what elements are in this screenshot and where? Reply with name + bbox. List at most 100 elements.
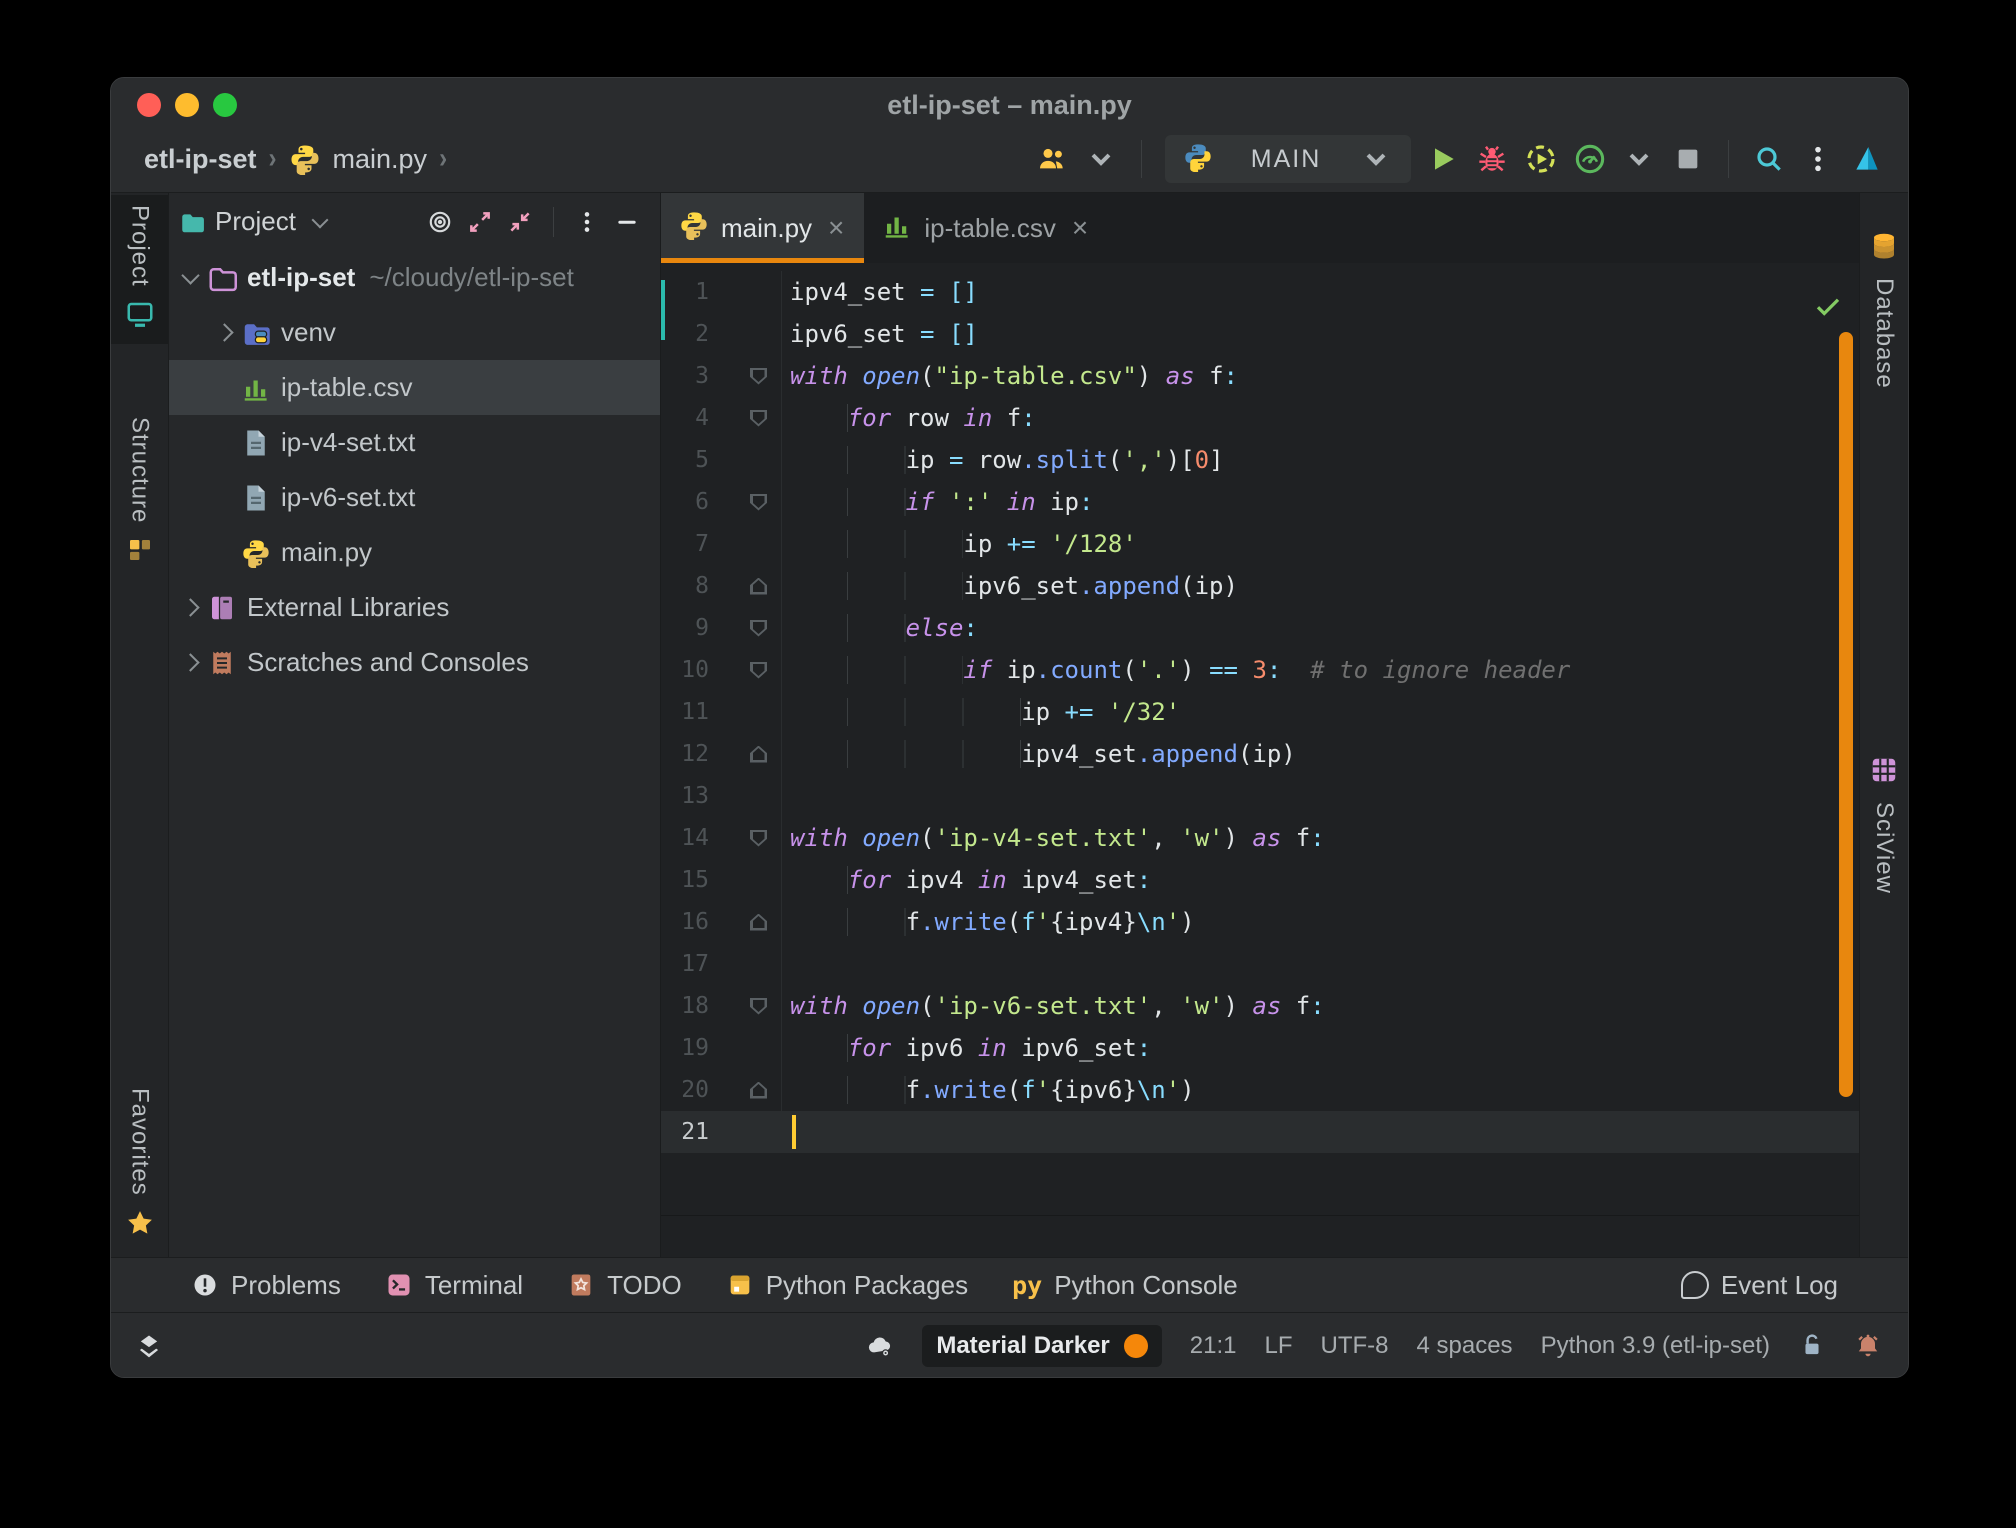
run-configuration-select[interactable]: MAIN	[1165, 135, 1411, 183]
fold-marker-icon[interactable]	[750, 746, 767, 763]
editor-tab-ip-table-csv[interactable]: ip-table.csv×	[864, 193, 1108, 263]
code-line-8[interactable]: 8 ipv6_set.append(ip)	[661, 565, 1859, 607]
line-number[interactable]: 15	[661, 867, 709, 893]
fold-marker-icon[interactable]	[750, 914, 767, 931]
fold-marker-icon[interactable]	[750, 368, 767, 385]
code-line-11[interactable]: 11 ip += '/32'	[661, 691, 1859, 733]
tool-window-tab-project[interactable]: Project	[111, 195, 168, 344]
line-number[interactable]: 10	[661, 657, 709, 683]
gutter-fold-area[interactable]	[709, 481, 782, 523]
stop-button[interactable]	[1671, 142, 1705, 176]
line-number[interactable]: 18	[661, 993, 709, 1019]
gutter-fold-area[interactable]	[709, 565, 782, 607]
line-number[interactable]: 4	[661, 405, 709, 431]
code-line-17[interactable]: 17	[661, 943, 1859, 985]
gutter-fold-area[interactable]	[709, 1069, 782, 1111]
gutter-fold-area[interactable]	[709, 607, 782, 649]
line-number[interactable]: 7	[661, 531, 709, 557]
chevron-down-icon[interactable]	[181, 266, 199, 284]
expand-all-button[interactable]	[465, 207, 495, 237]
gutter-fold-area[interactable]	[709, 271, 782, 313]
readonly-lock-icon[interactable]	[1798, 1332, 1826, 1360]
code-line-5[interactable]: 5 ip = row.split(',')[0]	[661, 439, 1859, 481]
tree-item-main-py[interactable]: main.py	[169, 525, 660, 580]
line-number[interactable]: 19	[661, 1035, 709, 1061]
line-number[interactable]: 13	[661, 783, 709, 809]
gutter-fold-area[interactable]	[709, 859, 782, 901]
gutter-fold-area[interactable]	[709, 523, 782, 565]
gutter-fold-area[interactable]	[709, 817, 782, 859]
line-number[interactable]: 12	[661, 741, 709, 767]
chevron-right-icon[interactable]	[181, 653, 199, 671]
tool-windows-quick-access-icon[interactable]	[135, 1332, 163, 1360]
line-number[interactable]: 14	[661, 825, 709, 851]
gutter-fold-area[interactable]	[709, 691, 782, 733]
project-panel-title[interactable]: Project	[215, 206, 296, 237]
locate-file-button[interactable]	[425, 207, 455, 237]
close-tab-icon[interactable]: ×	[1072, 214, 1088, 242]
gutter-fold-area[interactable]	[709, 355, 782, 397]
code-line-21[interactable]: 21	[661, 1111, 1859, 1153]
caret-position[interactable]: 21:1	[1190, 1332, 1237, 1360]
tool-window-tab-structure[interactable]: Structure	[111, 407, 168, 580]
tree-item-ip-v4-set-txt[interactable]: ip-v4-set.txt	[169, 415, 660, 470]
hide-panel-button[interactable]	[612, 207, 642, 237]
code-line-10[interactable]: 10 if ip.count('.') == 3: # to ignore he…	[661, 649, 1859, 691]
tree-item-etl-ip-set[interactable]: etl-ip-set~/cloudy/etl-ip-set	[169, 250, 660, 305]
code-line-7[interactable]: 7 ip += '/128'	[661, 523, 1859, 565]
tree-item-external-libraries[interactable]: External Libraries	[169, 580, 660, 635]
line-number[interactable]: 1	[661, 279, 709, 305]
code-line-14[interactable]: 14with open('ip-v4-set.txt', 'w') as f:	[661, 817, 1859, 859]
code-line-13[interactable]: 13	[661, 775, 1859, 817]
panel-options-button[interactable]	[572, 207, 602, 237]
chevron-right-icon[interactable]	[181, 598, 199, 616]
line-number[interactable]: 20	[661, 1077, 709, 1103]
line-number[interactable]: 21	[661, 1119, 709, 1145]
tool-window-button-python-packages[interactable]: Python Packages	[726, 1270, 968, 1301]
close-tab-icon[interactable]: ×	[828, 214, 844, 242]
fold-marker-icon[interactable]	[750, 410, 767, 427]
code-line-1[interactable]: 1ipv4_set = []	[661, 271, 1859, 313]
chevron-down-icon[interactable]	[1622, 142, 1656, 176]
file-encoding[interactable]: UTF-8	[1321, 1332, 1389, 1360]
code-editor[interactable]: 1ipv4_set = []2ipv6_set = []3with open("…	[661, 263, 1859, 1257]
chevron-down-icon[interactable]	[311, 211, 328, 228]
code-line-6[interactable]: 6 if ':' in ip:	[661, 481, 1859, 523]
code-line-19[interactable]: 19 for ipv6 in ipv6_set:	[661, 1027, 1859, 1069]
code-line-2[interactable]: 2ipv6_set = []	[661, 313, 1859, 355]
code-line-4[interactable]: 4 for row in f:	[661, 397, 1859, 439]
line-separator[interactable]: LF	[1264, 1332, 1292, 1360]
code-line-20[interactable]: 20 f.write(f'{ipv6}\n')	[661, 1069, 1859, 1111]
tool-window-button-problems[interactable]: Problems	[191, 1270, 341, 1301]
python-interpreter[interactable]: Python 3.9 (etl-ip-set)	[1541, 1332, 1770, 1360]
line-number[interactable]: 3	[661, 363, 709, 389]
tool-window-tab-sciview[interactable]: SciView	[1860, 745, 1908, 904]
tool-window-tab-favorites[interactable]: Favorites	[111, 1078, 168, 1253]
tool-window-button-event-log[interactable]: Event Log	[1681, 1270, 1838, 1301]
debug-button[interactable]	[1475, 142, 1509, 176]
code-line-18[interactable]: 18with open('ip-v6-set.txt', 'w') as f:	[661, 985, 1859, 1027]
fold-marker-icon[interactable]	[750, 494, 767, 511]
fold-marker-icon[interactable]	[750, 830, 767, 847]
line-number[interactable]: 9	[661, 615, 709, 641]
notifications-bell-icon[interactable]	[1854, 1332, 1882, 1360]
editor-tab-main-py[interactable]: main.py×	[661, 193, 864, 263]
tool-window-button-todo[interactable]: TODO	[567, 1270, 682, 1301]
fold-marker-icon[interactable]	[750, 662, 767, 679]
line-number[interactable]: 8	[661, 573, 709, 599]
profiler-button[interactable]	[1573, 142, 1607, 176]
run-button[interactable]	[1426, 142, 1460, 176]
gutter-fold-area[interactable]	[709, 775, 782, 817]
line-number[interactable]: 2	[661, 321, 709, 347]
chevron-down-icon[interactable]	[1084, 142, 1118, 176]
breadcrumb-file[interactable]: main.py	[333, 144, 428, 175]
code-line-15[interactable]: 15 for ipv4 in ipv4_set:	[661, 859, 1859, 901]
line-number[interactable]: 5	[661, 447, 709, 473]
code-line-16[interactable]: 16 f.write(f'{ipv4}\n')	[661, 901, 1859, 943]
fold-marker-icon[interactable]	[750, 998, 767, 1015]
tool-window-button-python-console[interactable]: pyPython Console	[1012, 1270, 1238, 1301]
search-everywhere-button[interactable]	[1752, 142, 1786, 176]
code-line-9[interactable]: 9 else:	[661, 607, 1859, 649]
theme-selector[interactable]: Material Darker	[922, 1325, 1161, 1367]
chevron-right-icon[interactable]	[215, 323, 233, 341]
